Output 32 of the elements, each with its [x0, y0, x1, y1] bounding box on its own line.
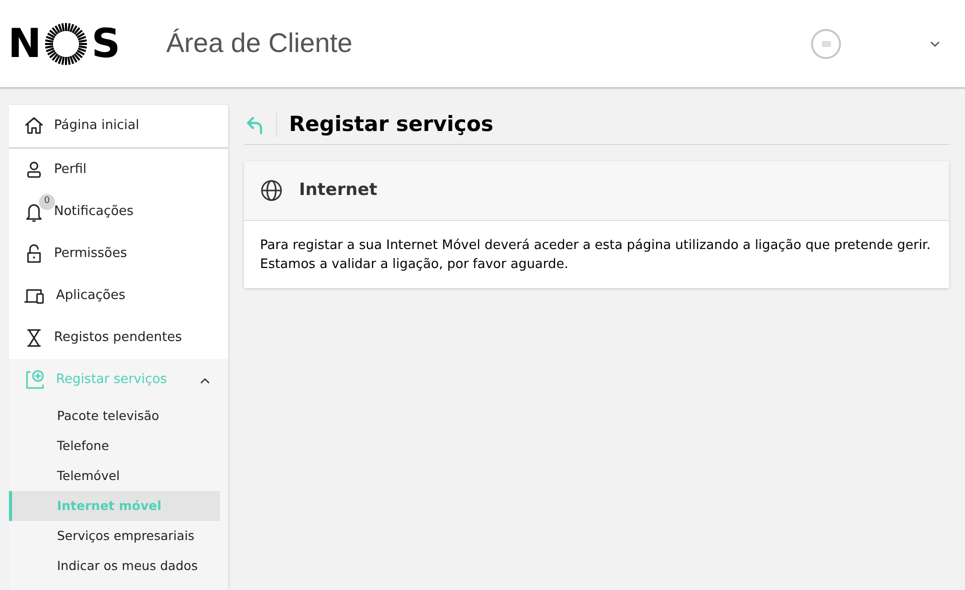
app-title: Área de Cliente: [166, 27, 352, 60]
submenu-item[interactable]: Serviços empresariais: [9, 521, 220, 551]
sidebar-label: Registos pendentes: [54, 329, 182, 348]
globe-icon: [260, 179, 283, 202]
logo-letter: N: [8, 24, 42, 64]
sidebar-label: Página inicial: [54, 117, 140, 136]
sidebar-item[interactable]: Página inicial: [9, 105, 228, 147]
info-text: Para registar a sua Internet Móvel deverá aceder a esta página utilizando a ligação que pretende gerir.: [260, 237, 932, 255]
notification-badge: 0: [39, 194, 55, 210]
sidebar-label: Aplicações: [56, 287, 126, 306]
submenu-item[interactable]: Telefone: [9, 431, 220, 461]
sidebar-item[interactable]: Registos pendentes: [9, 317, 228, 359]
sidebar-item[interactable]: 0 Notificações: [9, 191, 228, 233]
sidebar-label: Perfil: [54, 161, 87, 180]
home-icon: [24, 116, 44, 136]
sidebar-label: Notificações: [54, 203, 134, 222]
sidebar-label: Permissões: [54, 245, 128, 264]
sidebar-item[interactable]: Aplicações: [9, 275, 228, 317]
chevron-up-icon[interactable]: [200, 376, 210, 384]
sunburst-logo-icon: [44, 22, 88, 66]
sidebar-item[interactable]: Permissões: [9, 233, 228, 275]
page-title: Registar serviços: [289, 110, 494, 138]
info-text: Estamos a validar a ligação, por favor aguarde.: [260, 256, 570, 274]
card-title: Internet: [299, 178, 378, 202]
submenu-item[interactable]: Telemóvel: [9, 461, 220, 491]
chevron-down-icon[interactable]: [929, 40, 941, 48]
sidebar-item[interactable]: Perfil: [9, 149, 228, 191]
sidebar-label: Registar serviços: [56, 371, 167, 390]
submenu-item[interactable]: Pacote televisão: [9, 401, 220, 431]
logo-letter: S: [91, 24, 120, 64]
submenu-item[interactable]: Indicar os meus dados: [9, 551, 220, 581]
add-service-icon: [24, 369, 46, 391]
